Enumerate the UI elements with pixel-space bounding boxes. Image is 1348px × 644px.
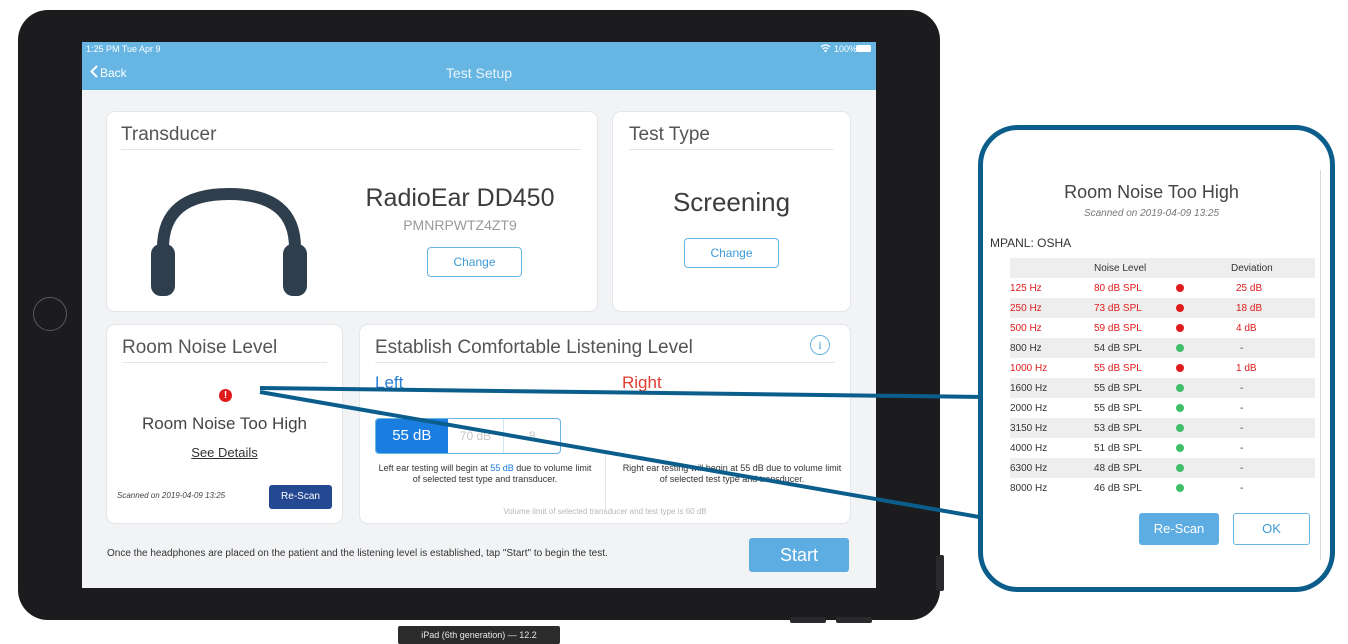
frequency-cell: 6300 Hz [1010,462,1048,474]
table-row: 8000 Hz 46 dB SPL - [1010,478,1315,498]
table-row: 800 Hz 54 dB SPL - [1010,338,1315,358]
status-cell [1176,378,1216,398]
check-icon [1176,483,1184,492]
noise-level-cell: 46 dB SPL [1094,482,1142,494]
room-noise-detail-popup: Room Noise Too High Scanned on 2019-04-0… [978,125,1335,592]
check-icon [1176,403,1184,412]
status-cell [1176,478,1216,498]
status-cell [1176,278,1216,298]
deviation-cell: - [1240,342,1244,354]
deviation-cell: 1 dB [1236,362,1257,374]
popup-scanned: Scanned on 2019-04-09 13:25 [1083,208,1220,219]
status-cell [1176,298,1216,318]
frequency-cell: 4000 Hz [1010,442,1048,454]
deviation-cell: 4 dB [1236,322,1257,334]
status-cell [1176,458,1216,478]
check-icon [1176,443,1184,452]
noise-level-cell: 55 dB SPL [1094,402,1142,414]
frequency-cell: 2000 Hz [1010,402,1048,414]
column-header: Noise Level [1094,262,1147,274]
noise-level-cell: 55 dB SPL [1094,362,1142,374]
noise-level-cell: 80 dB SPL [1094,282,1142,294]
popup-rescan-button[interactable]: Re-Scan [1139,513,1219,545]
status-cell [1176,438,1216,458]
deviation-cell: - [1240,442,1244,454]
check-icon [1176,463,1184,472]
noise-level-cell: 54 dB SPL [1094,342,1142,354]
status-cell [1176,418,1216,438]
table-row: 1000 Hz 55 dB SPL 1 dB [1010,358,1315,378]
table-row: 1600 Hz 55 dB SPL - [1010,378,1315,398]
deviation-cell: 25 dB [1236,282,1263,294]
noise-table: Noise Level Deviation 125 Hz 80 dB SPL 25 … [1010,258,1315,498]
alert-icon [1176,363,1184,372]
table-row: 2000 Hz 55 dB SPL - [1010,398,1315,418]
table-row: 125 Hz 80 dB SPL 25 dB [1010,278,1315,298]
alert-icon [1176,283,1184,292]
check-icon [1176,423,1184,432]
frequency-cell: 125 Hz [1010,282,1042,294]
mpanl-standard: MPANL: OSHA [990,236,1072,250]
noise-level-cell: 55 dB SPL [1094,382,1142,394]
noise-level-cell: 73 dB SPL [1094,302,1142,314]
alert-icon [1176,303,1184,312]
column-header: Deviation [1231,262,1273,274]
popup-ok-button[interactable]: OK [1233,513,1310,545]
frequency-cell: 250 Hz [1010,302,1042,314]
deviation-cell: - [1240,382,1244,394]
deviation-cell: - [1240,402,1244,414]
deviation-cell: 18 dB [1236,302,1263,314]
check-icon [1176,343,1184,352]
status-cell [1176,398,1216,418]
status-cell [1176,338,1216,358]
frequency-cell: 8000 Hz [1010,482,1048,494]
popup-edge [1320,170,1321,560]
table-row: 4000 Hz 51 dB SPL - [1010,438,1315,458]
deviation-cell: - [1240,482,1244,494]
table-row: 500 Hz 59 dB SPL 4 dB [1010,318,1315,338]
frequency-cell: 800 Hz [1010,342,1042,354]
frequency-cell: 1600 Hz [1010,382,1048,394]
frequency-cell: 500 Hz [1010,322,1042,334]
table-row: 3150 Hz 53 dB SPL - [1010,418,1315,438]
noise-level-cell: 53 dB SPL [1094,422,1142,434]
check-icon [1176,383,1184,392]
noise-level-cell: 51 dB SPL [1094,442,1142,454]
table-header: Noise Level Deviation [1010,258,1315,278]
table-row: 6300 Hz 48 dB SPL - [1010,458,1315,478]
frequency-cell: 1000 Hz [1010,362,1048,374]
noise-level-cell: 59 dB SPL [1094,322,1142,334]
frequency-cell: 3150 Hz [1010,422,1048,434]
alert-icon [1176,323,1184,332]
deviation-cell: - [1240,422,1244,434]
popup-title: Room Noise Too High [1064,182,1239,202]
noise-level-cell: 48 dB SPL [1094,462,1142,474]
table-row: 250 Hz 73 dB SPL 18 dB [1010,298,1315,318]
status-cell [1176,358,1216,378]
status-cell [1176,318,1216,338]
deviation-cell: - [1240,462,1244,474]
